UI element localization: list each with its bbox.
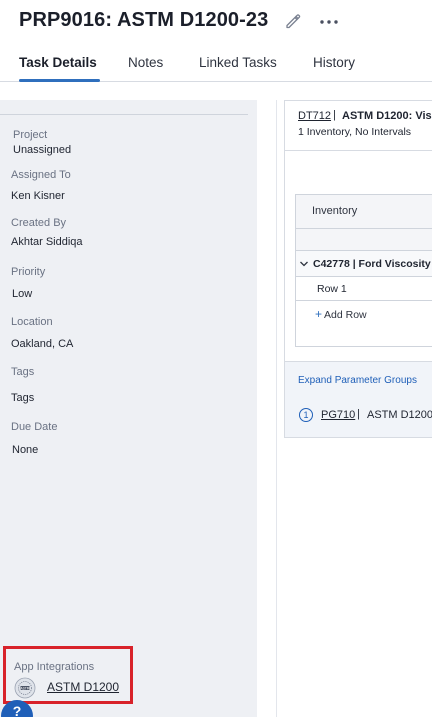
grid-filter-row — [296, 229, 432, 251]
location-value[interactable]: Oakland, CA — [11, 338, 73, 350]
tags-label: Tags — [11, 366, 35, 378]
project-label: Project — [13, 129, 48, 141]
title-row: PRP9016: ASTM D1200-23 — [0, 0, 432, 44]
inventory-group-row[interactable]: C42778 | Ford Viscosity — [296, 251, 432, 277]
tab-linked-tasks[interactable]: Linked Tasks — [199, 55, 277, 70]
svg-text:ASTM: ASTM — [21, 686, 30, 690]
pencil-icon[interactable] — [283, 11, 303, 31]
assigned-to-label: Assigned To — [11, 169, 71, 181]
add-row-label: Add Row — [324, 309, 367, 321]
card-separator: | — [333, 109, 336, 121]
location-label: Location — [11, 316, 53, 328]
task-details-sidebar: Project Unassigned Assigned To Ken Kisne… — [0, 100, 257, 717]
panel-divider — [276, 100, 277, 717]
table-row[interactable]: Row 1 — [296, 277, 432, 301]
inventory-group-label: C42778 | Ford Viscosity — [313, 258, 431, 270]
inventory-column-header: Inventory — [312, 205, 358, 217]
assigned-to-value[interactable]: Ken Kisner — [11, 190, 65, 202]
sidebar-divider — [0, 114, 248, 115]
add-row-button[interactable]: + Add Row — [315, 307, 367, 321]
inventory-grid: Inventory C42778 | Ford Viscosity Row 1 … — [295, 194, 432, 347]
astm-logo-icon: ASTM — [14, 677, 36, 699]
app-integrations-section: App Integrations ASTM ASTM D1200 — [3, 646, 133, 704]
parameter-group-separator: | — [357, 408, 360, 420]
data-template-card: DT712 | ASTM D1200: Vis 1 Inventory, No … — [284, 100, 432, 438]
grid-header: Inventory — [296, 195, 432, 229]
tags-value[interactable]: Tags — [11, 392, 34, 404]
chevron-down-icon[interactable] — [299, 259, 309, 269]
app-integrations-label: App Integrations — [14, 661, 95, 673]
tab-history[interactable]: History — [313, 55, 355, 70]
tab-notes[interactable]: Notes — [128, 55, 163, 70]
due-date-value[interactable]: None — [12, 444, 38, 456]
plus-icon: + — [315, 307, 323, 321]
created-by-value: Akhtar Siddiqa — [11, 236, 83, 248]
parameter-group-title: ASTM D1200 — [367, 409, 432, 421]
parameter-groups-section: Expand Parameter Groups 1 PG710 | ASTM D… — [285, 361, 432, 437]
card-title: ASTM D1200: Vis — [342, 110, 432, 122]
card-header: DT712 | ASTM D1200: Vis 1 Inventory, No … — [285, 101, 432, 151]
row-label: Row 1 — [317, 283, 347, 295]
tab-task-details[interactable]: Task Details — [19, 55, 97, 70]
tab-bar: Task Details Notes Linked Tasks History — [0, 44, 432, 82]
data-template-link[interactable]: DT712 — [298, 110, 331, 122]
card-subtitle: 1 Inventory, No Intervals — [298, 126, 412, 138]
project-value[interactable]: Unassigned — [13, 144, 71, 156]
expand-parameter-groups-link[interactable]: Expand Parameter Groups — [298, 375, 417, 386]
priority-label: Priority — [11, 266, 46, 278]
page-title: PRP9016: ASTM D1200-23 — [19, 9, 269, 31]
astm-d1200-link[interactable]: ASTM D1200 — [47, 680, 119, 694]
parameter-group-link[interactable]: PG710 — [321, 409, 355, 421]
active-tab-indicator — [19, 79, 100, 82]
priority-value[interactable]: Low — [12, 288, 32, 300]
more-horizontal-icon[interactable] — [318, 12, 340, 32]
parameter-group-number-badge: 1 — [299, 408, 313, 422]
created-by-label: Created By — [11, 217, 67, 229]
due-date-label: Due Date — [11, 421, 58, 433]
